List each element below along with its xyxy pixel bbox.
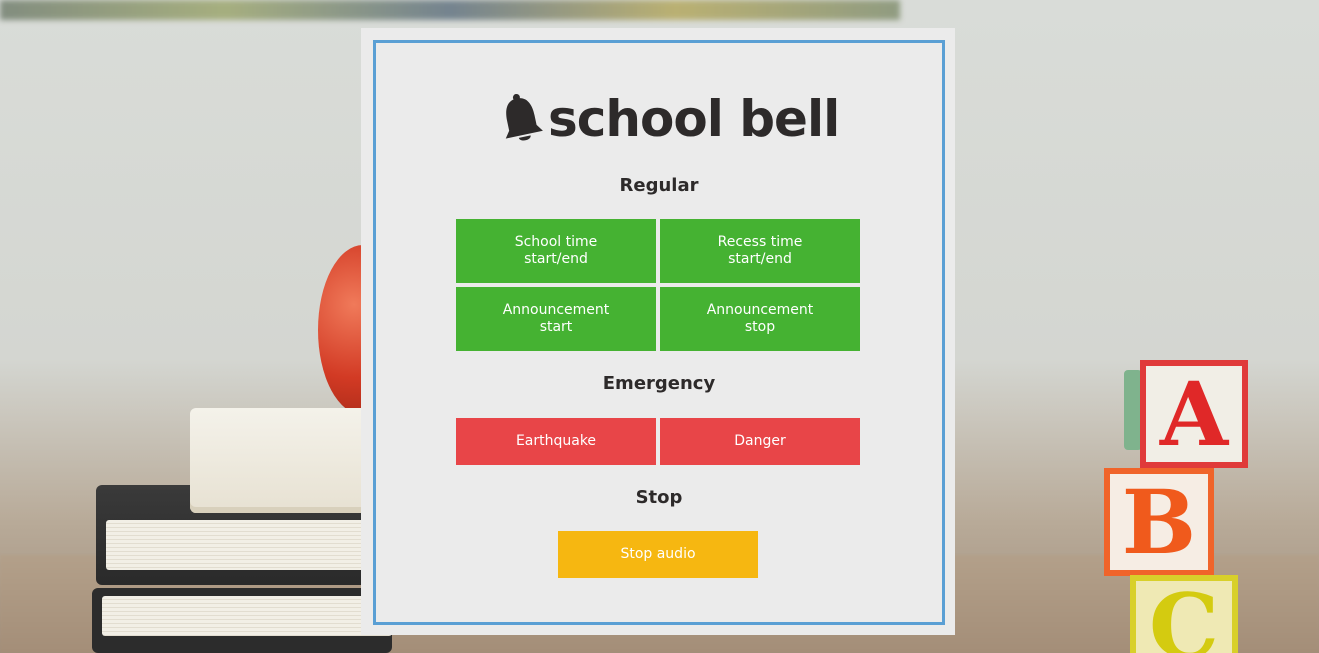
- earthquake-button[interactable]: Earthquake: [456, 418, 656, 465]
- button-label-line1: School time: [514, 234, 598, 250]
- bell-panel-border: school bell Regular School time start/en…: [373, 40, 945, 625]
- danger-button[interactable]: Danger: [660, 418, 860, 465]
- letter-block-c: C: [1130, 574, 1238, 653]
- button-label-line1: Announcement: [706, 302, 814, 318]
- button-label-line1: Recess time: [717, 234, 803, 250]
- button-label-line2: start/end: [524, 251, 588, 267]
- book-bottom: [92, 588, 392, 653]
- book-top: [190, 408, 390, 513]
- section-title-regular: Regular: [619, 175, 699, 196]
- announcement-start-button[interactable]: Announcement start: [456, 287, 656, 351]
- button-label: Earthquake: [515, 433, 597, 449]
- button-label: Danger: [734, 433, 786, 449]
- letter-block-b: B: [1104, 468, 1214, 576]
- button-label-line2: start: [539, 319, 573, 335]
- announcement-stop-button[interactable]: Announcement stop: [660, 287, 860, 351]
- app-title: school bell: [548, 90, 840, 148]
- section-title-stop: Stop: [635, 487, 683, 508]
- recess-time-button[interactable]: Recess time start/end: [660, 219, 860, 283]
- button-label-line2: start/end: [728, 251, 792, 267]
- school-time-button[interactable]: School time start/end: [456, 219, 656, 283]
- background-shelf: [0, 0, 900, 20]
- stop-audio-button[interactable]: Stop audio: [558, 531, 758, 578]
- button-label-line2: stop: [744, 319, 776, 335]
- button-label: Stop audio: [620, 546, 696, 562]
- button-label-line1: Announcement: [502, 302, 610, 318]
- section-title-emergency: Emergency: [602, 373, 716, 394]
- letter-block-a: A: [1140, 360, 1248, 468]
- app-logo: school bell: [498, 89, 840, 149]
- bell-panel: school bell Regular School time start/en…: [361, 28, 955, 635]
- bell-icon: [505, 93, 543, 141]
